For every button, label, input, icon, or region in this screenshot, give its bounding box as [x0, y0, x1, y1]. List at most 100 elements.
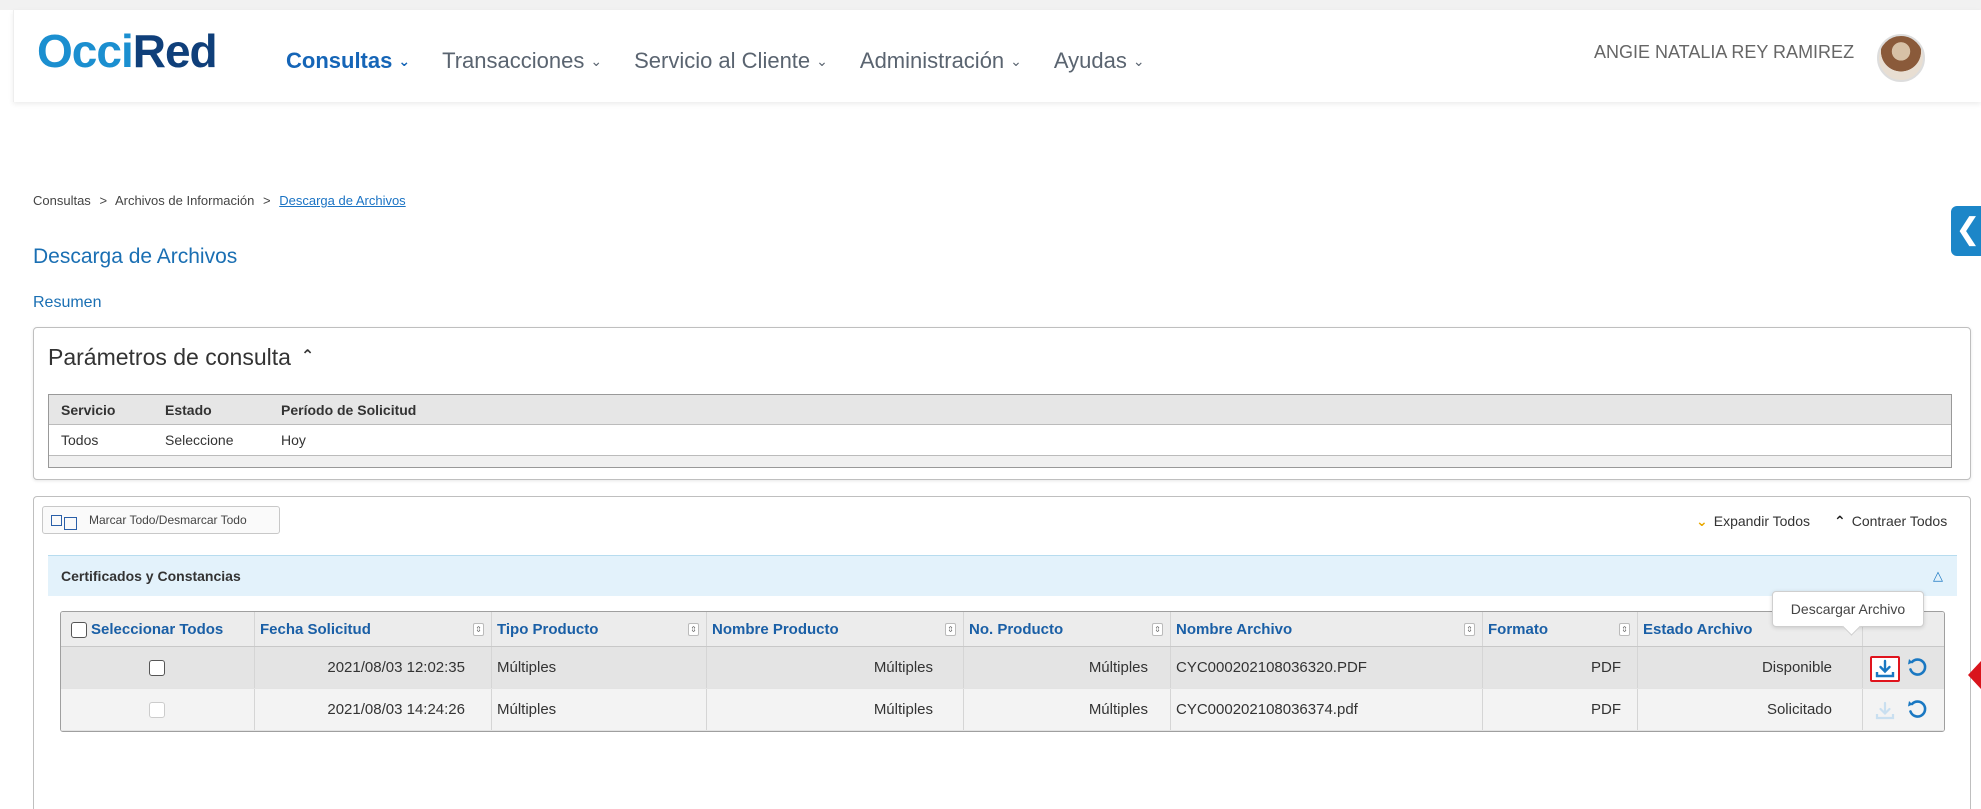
app-header: OcciRed Consultas ⌄ Transacciones ⌄ Servic… [13, 10, 1981, 102]
chevron-down-icon: ⌄ [1696, 513, 1708, 529]
table-row[interactable]: 2021/08/03 12:02:35 Múltiples Múltiples … [61, 647, 1944, 689]
col-no-producto[interactable]: No. Producto [969, 612, 1063, 647]
sort-icon[interactable]: ⇕ [1619, 623, 1630, 636]
chevron-down-icon: ⌄ [398, 53, 411, 69]
sort-icon[interactable]: ⇕ [688, 623, 699, 636]
chevron-down-icon: ⌄ [1010, 53, 1022, 69]
col-estado-archivo[interactable]: Estado Archivo [1643, 612, 1752, 647]
params-table: Servicio Estado Período de Solicitud Tod… [48, 394, 1952, 468]
cell-nombre-archivo: CYC000202108036374.pdf [1176, 701, 1358, 718]
column-divider [706, 612, 707, 646]
refresh-button[interactable] [1906, 699, 1928, 725]
column-divider [1482, 612, 1483, 646]
expand-all-link[interactable]: ⌄ Expandir Todos [1696, 513, 1810, 530]
cell-formato: PDF [1591, 701, 1621, 718]
column-divider [1170, 689, 1171, 730]
collapse-all-link[interactable]: ⌃ Contraer Todos [1834, 513, 1947, 530]
group-header-certificados[interactable]: Certificados y Constancias △ [48, 555, 1957, 596]
nav-transacciones[interactable]: Transacciones ⌄ [442, 48, 602, 74]
collapse-all-label: Contraer Todos [1851, 513, 1948, 529]
col-fecha-solicitud[interactable]: Fecha Solicitud [260, 612, 371, 647]
chevron-down-icon: ⌄ [816, 53, 828, 69]
params-value-servicio: Todos [61, 432, 99, 448]
nav-administracion[interactable]: Administración ⌄ [860, 48, 1022, 74]
nav-label: Servicio al Cliente [634, 48, 811, 73]
results-panel: Marcar Todo/Desmarcar Todo ⌄ Expandir Tod… [33, 496, 1971, 809]
occired-logo[interactable]: OcciRed [37, 24, 218, 78]
refresh-icon [1908, 658, 1927, 676]
nav-servicio-cliente[interactable]: Servicio al Cliente ⌄ [634, 48, 828, 74]
nav-label: Ayudas [1053, 48, 1127, 73]
row-checkbox-cell [149, 689, 165, 731]
nav-label: Consultas [286, 48, 393, 73]
row-checkbox-disabled [149, 702, 165, 719]
cell-nombre-producto: Múltiples [873, 659, 933, 676]
column-divider [491, 612, 492, 646]
breadcrumb-separator: > [263, 193, 271, 208]
column-divider [1862, 689, 1863, 730]
download-icon [1875, 701, 1895, 720]
main-nav: Consultas ⌄ Transacciones ⌄ Servicio al Cl… [286, 48, 1177, 74]
row-checkbox-cell [149, 647, 165, 689]
column-divider [491, 689, 492, 730]
refresh-button[interactable] [1906, 657, 1928, 683]
column-divider [254, 612, 255, 646]
mark-all-button[interactable]: Marcar Todo/Desmarcar Todo [42, 506, 280, 534]
row-checkbox[interactable] [149, 660, 165, 677]
breadcrumb-current[interactable]: Descarga de Archivos [279, 193, 405, 208]
download-button-disabled [1872, 700, 1898, 726]
breadcrumb-consultas[interactable]: Consultas [33, 193, 91, 208]
logo-part-occi: Occi [37, 25, 134, 77]
cell-nombre-archivo: CYC000202108036320.PDF [1176, 659, 1367, 676]
params-title[interactable]: Parámetros de consulta ⌃ [48, 344, 314, 371]
download-icon [1875, 659, 1895, 678]
col-tipo-producto[interactable]: Tipo Producto [497, 612, 598, 647]
col-nombre-archivo[interactable]: Nombre Archivo [1176, 612, 1292, 647]
breadcrumb-archivos[interactable]: Archivos de Información [115, 193, 254, 208]
collapse-icon[interactable]: △ [1933, 556, 1943, 596]
avatar[interactable] [1877, 34, 1925, 82]
download-tooltip: Descargar Archivo [1772, 591, 1924, 627]
nav-consultas[interactable]: Consultas ⌄ [286, 48, 410, 74]
summary-link[interactable]: Resumen [33, 294, 101, 312]
collapse-icon[interactable]: ⌃ [301, 348, 314, 365]
sort-icon[interactable]: ⇕ [473, 623, 484, 636]
params-title-text: Parámetros de consulta [48, 344, 291, 370]
files-table: Seleccionar Todos Fecha Solicitud ⇕ Tipo… [60, 611, 1945, 732]
cell-estado: Disponible [1761, 659, 1832, 676]
col-formato[interactable]: Formato [1488, 612, 1548, 647]
params-header-servicio: Servicio [61, 402, 116, 418]
sort-icon[interactable]: ⇕ [1464, 623, 1475, 636]
select-all-checkbox[interactable] [71, 622, 87, 638]
cell-tipo: Múltiples [497, 659, 557, 676]
download-button[interactable] [1870, 656, 1900, 682]
cell-no-producto: Múltiples [1088, 701, 1148, 718]
table-row[interactable]: 2021/08/03 14:24:26 Múltiples Múltiples … [61, 689, 1944, 731]
col-nombre-producto[interactable]: Nombre Producto [712, 612, 839, 647]
col-select-all[interactable]: Seleccionar Todos [91, 612, 223, 647]
expand-all-label: Expandir Todos [1713, 513, 1810, 529]
user-name[interactable]: ANGIE NATALIA REY RAMIREZ [1594, 42, 1854, 63]
breadcrumb-separator: > [99, 193, 108, 208]
page: OcciRed Consultas ⌄ Transacciones ⌄ Servic… [0, 0, 1981, 809]
nav-label: Administración [859, 48, 1005, 73]
nav-label: Transacciones [442, 48, 585, 73]
query-params-panel: Parámetros de consulta ⌃ Servicio Estado … [33, 327, 1971, 480]
page-title: Descarga de Archivos [33, 245, 238, 268]
refresh-icon [1908, 700, 1927, 718]
cell-estado: Solicitado [1766, 701, 1832, 718]
params-value-periodo: Hoy [281, 432, 306, 448]
column-divider [1637, 612, 1638, 646]
side-panel-toggle[interactable]: ❮ [1951, 206, 1981, 256]
mark-all-label: Marcar Todo/Desmarcar Todo [89, 513, 247, 527]
column-divider [1170, 647, 1171, 688]
params-header-periodo: Período de Solicitud [281, 402, 417, 418]
sort-icon[interactable]: ⇕ [945, 623, 956, 636]
chevron-left-icon: ❮ [1955, 213, 1981, 246]
top-strip [0, 0, 1981, 10]
checkbox-group-icon [51, 514, 62, 526]
nav-ayudas[interactable]: Ayudas ⌄ [1054, 48, 1145, 74]
sort-icon[interactable]: ⇕ [1152, 623, 1163, 636]
checkbox-group-icon [64, 516, 77, 530]
chevron-down-icon: ⌄ [1132, 53, 1145, 69]
